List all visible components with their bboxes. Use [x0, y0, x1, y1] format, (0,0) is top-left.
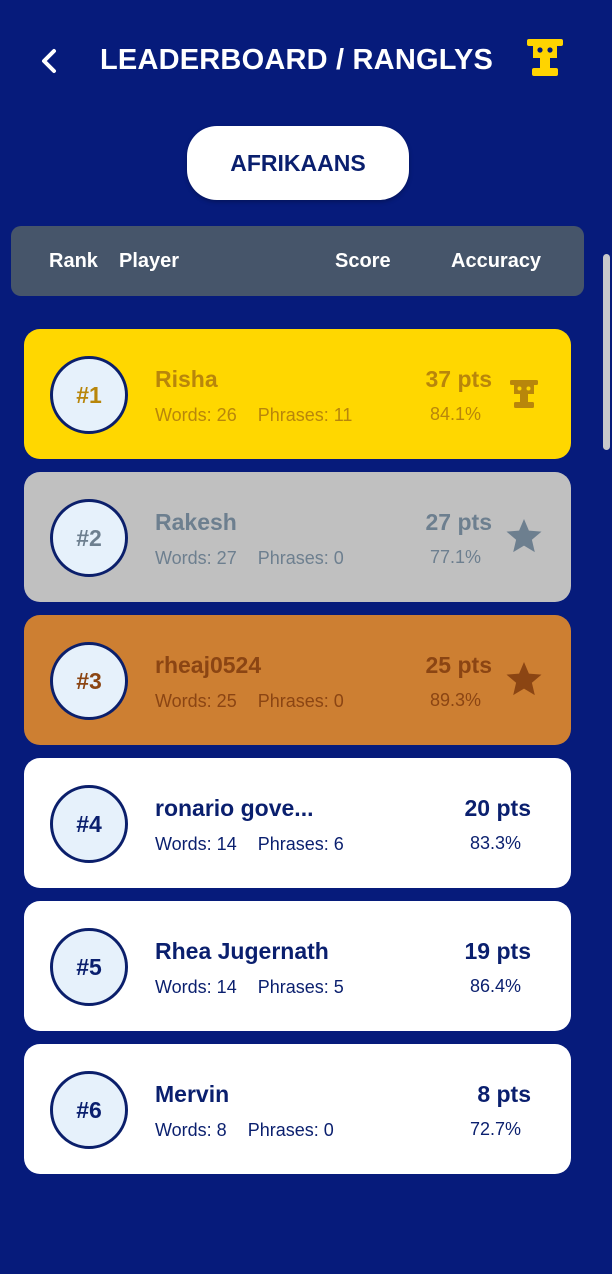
player-accuracy: 77.1% — [429, 547, 481, 567]
column-rank: Rank — [49, 250, 98, 272]
rank-badge: #3 — [50, 642, 128, 720]
scrollbar[interactable] — [603, 254, 610, 450]
player-accuracy: 86.4% — [469, 976, 521, 996]
player-accuracy: 83.3% — [469, 833, 521, 853]
words-count: Words: 27 — [155, 548, 237, 568]
player-name: rheaj0524 — [155, 652, 262, 678]
words-count: Words: 14 — [155, 977, 237, 997]
language-selector-button[interactable]: AFRIKAANS — [187, 126, 409, 200]
player-name: Rakesh — [155, 509, 237, 535]
player-name: Risha — [155, 366, 218, 392]
player-stats: Words: 26 Phrases: 11 — [155, 405, 352, 426]
player-accuracy: 89.3% — [429, 690, 481, 710]
phrases-count: Phrases: 6 — [257, 834, 344, 854]
leaderboard-row-5[interactable]: #5 Rhea Jugernath Words: 14 Phrases: 5 19… — [24, 901, 571, 1031]
player-score: 37 pts — [425, 366, 492, 392]
player-stats: Words: 14 Phrases: 6 — [155, 834, 344, 855]
column-accuracy: Accuracy — [451, 250, 542, 272]
leaderboard-row-4[interactable]: #4 ronario gove... Words: 14 Phrases: 6 2… — [24, 758, 571, 888]
player-name: Mervin — [155, 1081, 230, 1107]
player-score: 25 pts — [425, 652, 492, 678]
phrases-count: Phrases: 0 — [247, 1120, 334, 1140]
leaderboard-row-3[interactable]: #3 rheaj0524 Words: 25 Phrases: 0 25 pts … — [24, 615, 571, 745]
column-score: Score — [335, 250, 391, 272]
player-score: 19 pts — [464, 938, 531, 964]
column-player: Player — [119, 250, 180, 272]
leaderboard-screen: LEADERBOARD / RANGLYS AFRIKAANS Rank Pla… — [0, 0, 612, 1274]
player-score: 8 pts — [477, 1081, 531, 1107]
player-stats: Words: 14 Phrases: 5 — [155, 977, 344, 998]
rank-badge: #2 — [50, 499, 128, 577]
words-count: Words: 25 — [155, 691, 237, 711]
leaderboard-row-1[interactable]: #1 Risha Words: 26 Phrases: 11 37 pts 84.… — [24, 329, 571, 459]
leaderboard-row-2[interactable]: #2 Rakesh Words: 27 Phrases: 0 27 pts 77.… — [24, 472, 571, 602]
player-accuracy: 84.1% — [429, 404, 481, 424]
rank-badge: #5 — [50, 928, 128, 1006]
player-stats: Words: 27 Phrases: 0 — [155, 548, 344, 569]
chevron-left-icon[interactable] — [34, 44, 66, 78]
phrases-count: Phrases: 5 — [257, 977, 344, 997]
page-title: LEADERBOARD / RANGLYS — [100, 44, 494, 76]
player-score: 27 pts — [425, 509, 492, 535]
words-count: Words: 14 — [155, 834, 237, 854]
leaderboard-column-header: Rank Player Score Accuracy — [11, 226, 584, 296]
star-icon — [506, 519, 542, 553]
player-stats: Words: 25 Phrases: 0 — [155, 691, 344, 712]
header: LEADERBOARD / RANGLYS — [0, 30, 612, 94]
player-accuracy: 72.7% — [469, 1119, 521, 1139]
words-count: Words: 26 — [155, 405, 237, 425]
trophy-icon — [510, 380, 538, 408]
rank-badge: #1 — [50, 356, 128, 434]
rank-badge: #4 — [50, 785, 128, 863]
player-score: 20 pts — [464, 795, 531, 821]
rank-badge: #6 — [50, 1071, 128, 1149]
leaderboard-row-6[interactable]: #6 Mervin Words: 8 Phrases: 0 8 pts 72.7% — [24, 1044, 571, 1174]
phrases-count: Phrases: 0 — [257, 548, 344, 568]
trophy-icon[interactable] — [524, 36, 566, 80]
player-name: Rhea Jugernath — [155, 938, 329, 964]
words-count: Words: 8 — [155, 1120, 227, 1140]
player-name: ronario gove... — [155, 795, 314, 821]
star-icon — [506, 662, 542, 696]
player-stats: Words: 8 Phrases: 0 — [155, 1120, 334, 1141]
phrases-count: Phrases: 11 — [257, 405, 353, 425]
phrases-count: Phrases: 0 — [257, 691, 344, 711]
